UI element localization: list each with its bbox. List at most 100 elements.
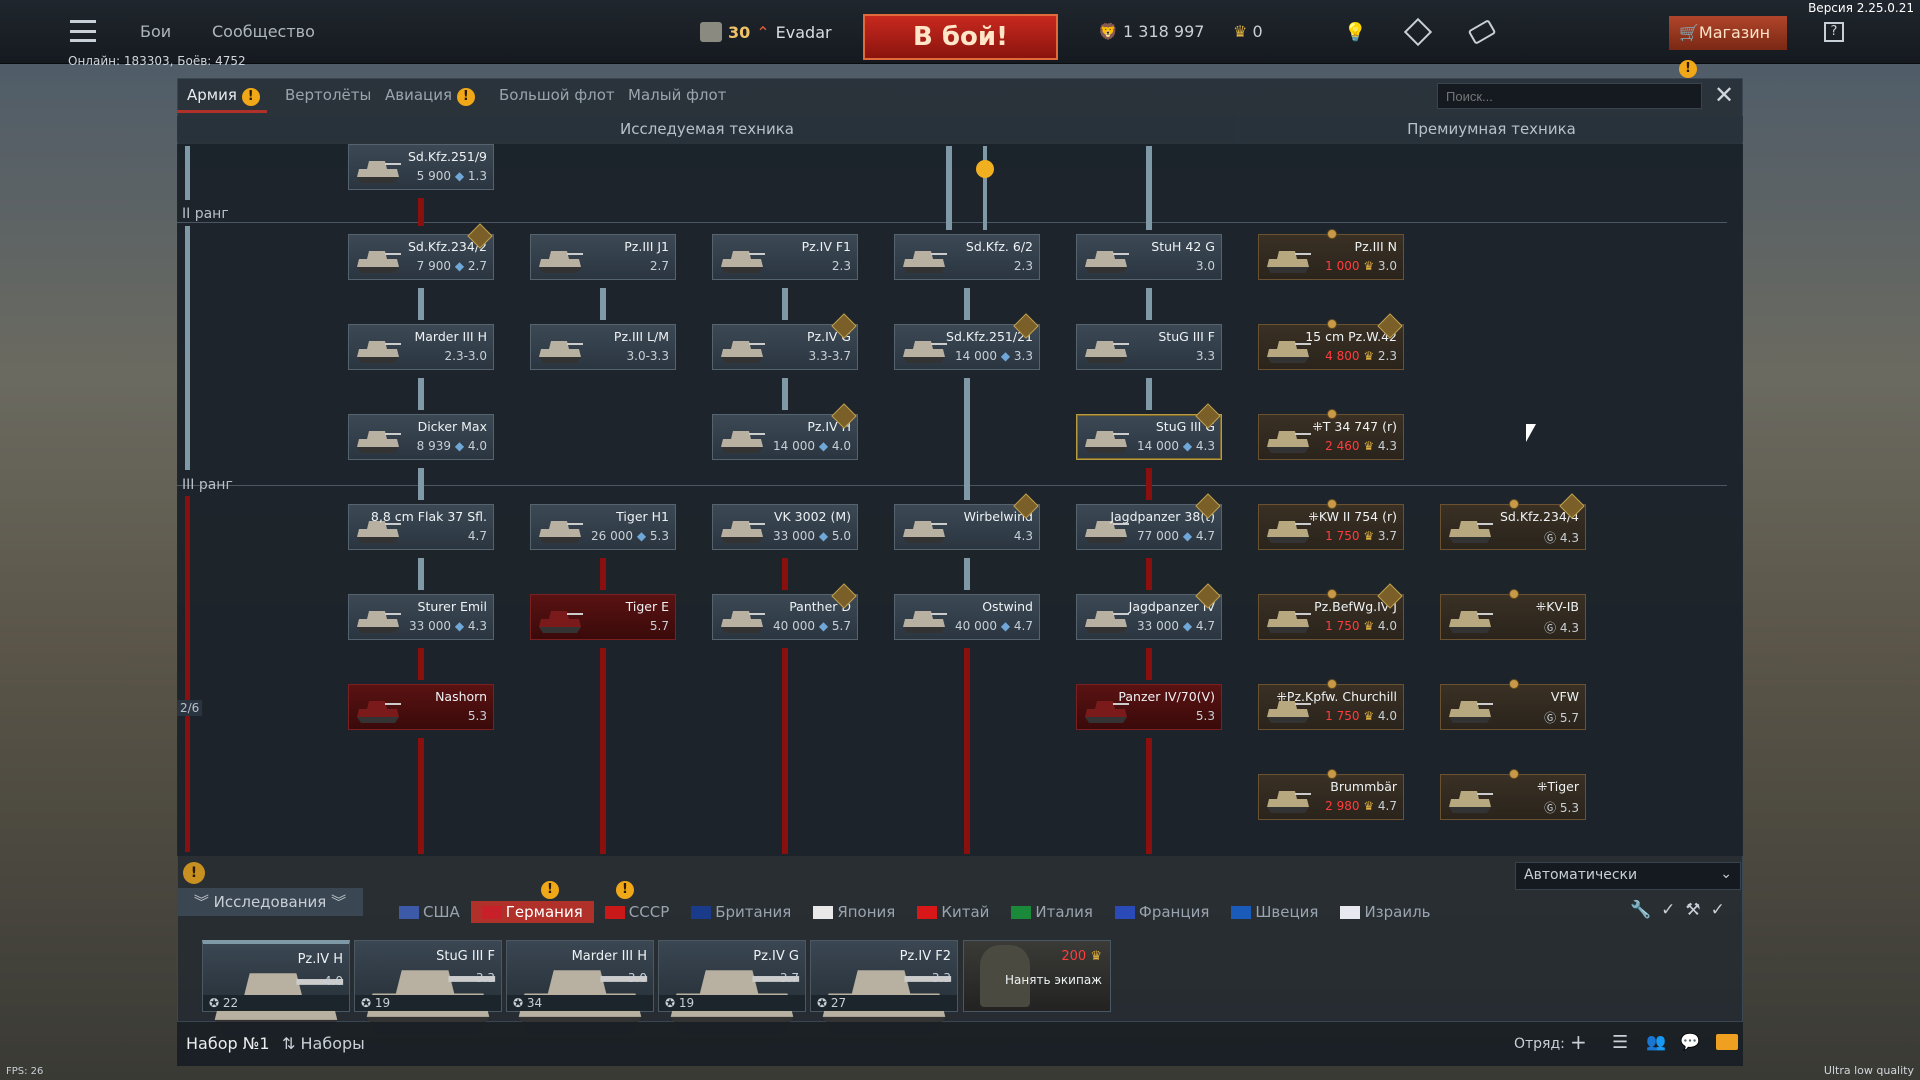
nation-tab[interactable]: СССР bbox=[594, 901, 680, 923]
tab-aviation[interactable]: Авиация ! bbox=[385, 86, 475, 106]
crew-slot[interactable]: Pz.IV F2 3.3 ✪ 27 bbox=[810, 940, 958, 1035]
wrench-icon[interactable]: 🔧 bbox=[1630, 900, 1651, 920]
vehicle-stats: 3.0 bbox=[1196, 259, 1215, 273]
vehicle-card[interactable]: Pz.III L/M 3.0-3.3 bbox=[530, 324, 676, 370]
nation-tab[interactable]: США bbox=[388, 901, 471, 923]
premium-vehicle-card[interactable]: Sd.Kfz.234/4 Ⓖ 4.3 bbox=[1440, 493, 1586, 550]
contacts-icon[interactable]: 👥 bbox=[1646, 1032, 1666, 1051]
community-menu[interactable]: Сообщество bbox=[212, 22, 315, 41]
vehicle-card[interactable]: Panther D 40 000 ◆ 5.7 bbox=[712, 583, 858, 640]
player-info[interactable]: 30 ⌃ Evadar bbox=[700, 22, 832, 42]
nation-tab[interactable]: Япония bbox=[802, 901, 906, 923]
main-menu-button[interactable] bbox=[70, 20, 96, 42]
vehicle-card[interactable]: Sd.Kfz.251/9 5 900 ◆ 1.3 bbox=[348, 144, 494, 190]
vehicle-card[interactable]: Pz.IV G 3.3-3.7 bbox=[712, 313, 858, 370]
nation-tab[interactable]: Китай bbox=[906, 901, 1000, 923]
auto-select-dropdown[interactable]: Автоматически ⌄ bbox=[1515, 862, 1741, 890]
vehicle-card[interactable]: Pz.IV H 14 000 ◆ 4.0 bbox=[712, 403, 858, 460]
vehicle-card[interactable]: Pz.III J1 2.7 bbox=[530, 234, 676, 280]
vehicle-name: Tiger H1 bbox=[616, 509, 669, 524]
hint-bulb-icon[interactable]: 💡 bbox=[1344, 22, 1366, 43]
premium-vehicle-card[interactable]: ⁜Tiger Ⓖ 5.3 bbox=[1440, 769, 1586, 820]
vehicle-card[interactable]: Ostwind 40 000 ◆ 4.7 bbox=[894, 594, 1040, 640]
tree-connector bbox=[1146, 288, 1152, 320]
tab-bluewater-fleet[interactable]: Большой флот bbox=[499, 86, 615, 104]
vehicle-card[interactable]: Jagdpanzer IV 33 000 ◆ 4.7 bbox=[1076, 583, 1222, 640]
battle-rating: 4.7 bbox=[467, 529, 487, 543]
vehicle-card[interactable]: Dicker Max 8 939 ◆ 4.0 bbox=[348, 414, 494, 460]
premium-vehicle-card[interactable]: ⁜KW II 754 (r) 1 750 ♛ 3.7 bbox=[1258, 499, 1404, 550]
vehicle-card[interactable]: StuG III F 3.3 bbox=[1076, 324, 1222, 370]
battles-menu[interactable]: Бои bbox=[140, 22, 171, 41]
vehicle-card[interactable]: Pz.IV F1 2.3 bbox=[712, 234, 858, 280]
crew-slot[interactable]: StuG III F 3.3 ✪ 19 bbox=[354, 940, 502, 1035]
premium-vehicle-card[interactable]: Brummbär 2 980 ♛ 4.7 bbox=[1258, 769, 1404, 820]
list-icon[interactable]: ☰ bbox=[1612, 1032, 1628, 1053]
vehicle-card[interactable]: Tiger E 5.7 bbox=[530, 594, 676, 640]
crew-slot[interactable]: Marder III H 3.0 ✪ 34 bbox=[506, 940, 654, 1035]
chat-icon[interactable]: 💬 bbox=[1680, 1032, 1700, 1051]
vehicle-name: ⁜KW II 754 (r) bbox=[1308, 509, 1397, 524]
vehicle-card[interactable]: Nashorn 5.3 bbox=[348, 684, 494, 730]
tab-helicopters[interactable]: Вертолёты bbox=[285, 86, 371, 104]
vehicle-card[interactable]: StuG III G 14 000 ◆ 4.3 bbox=[1076, 403, 1222, 460]
nation-tab[interactable]: Израиль bbox=[1329, 901, 1441, 923]
premium-vehicle-card[interactable]: ⁜Pz.Kpfw. Churchill 1 750 ♛ 4.0 bbox=[1258, 679, 1404, 730]
research-toggle-button[interactable]: ︾ Исследования ︾ bbox=[177, 888, 363, 916]
silver-balance[interactable]: 🦁 1 318 997 bbox=[1098, 22, 1204, 41]
hire-crew-slot[interactable]: 200 ♛ Нанять экипаж bbox=[963, 940, 1111, 1012]
vehicle-card[interactable]: 8,8 cm Flak 37 Sfl. 4.7 bbox=[348, 504, 494, 550]
vehicle-card[interactable]: Tiger H1 26 000 ◆ 5.3 bbox=[530, 504, 676, 550]
tab-army[interactable]: Армия ! bbox=[187, 86, 260, 106]
premium-vehicle-card[interactable]: Pz.III N 1 000 ♛ 3.0 bbox=[1258, 229, 1404, 280]
preset-name[interactable]: Набор №1 bbox=[186, 1034, 270, 1053]
repair-all-icon[interactable]: ⚒ bbox=[1685, 900, 1700, 920]
battle-rating: 1.3 bbox=[467, 169, 487, 183]
presets-button[interactable]: ⇅ Наборы bbox=[282, 1034, 365, 1053]
gold-cost: 1 000 bbox=[1325, 259, 1360, 273]
premium-vehicle-card[interactable]: VFW Ⓖ 5.7 bbox=[1440, 679, 1586, 730]
vehicle-card[interactable]: Sd.Kfz.251/21 14 000 ◆ 3.3 bbox=[894, 313, 1040, 370]
nation-tab[interactable]: Британия bbox=[680, 901, 802, 923]
vehicle-card[interactable]: VK 3002 (M) 33 000 ◆ 5.0 bbox=[712, 504, 858, 550]
gold-balance[interactable]: ♛ 0 bbox=[1233, 22, 1263, 41]
vehicle-card[interactable]: Sturer Emil 33 000 ◆ 4.3 bbox=[348, 594, 494, 640]
close-icon[interactable]: ✕ bbox=[1712, 83, 1736, 108]
nation-tab[interactable]: Швеция bbox=[1220, 901, 1329, 923]
battle-rating: 4.7 bbox=[1195, 619, 1215, 633]
nation-tab[interactable]: Франция bbox=[1104, 901, 1220, 923]
tank-icon bbox=[1267, 791, 1311, 813]
vehicle-card[interactable]: Panzer IV/70(V) 5.3 bbox=[1076, 684, 1222, 730]
vehicle-card[interactable]: Sd.Kfz.234/2 7 900 ◆ 2.7 bbox=[348, 223, 494, 280]
vehicle-card[interactable]: Wirbelwind 4.3 bbox=[894, 493, 1040, 550]
to-battle-button[interactable]: В бой! bbox=[863, 14, 1058, 60]
vehicle-card[interactable]: Sd.Kfz. 6/2 2.3 bbox=[894, 234, 1040, 280]
alert-icon[interactable]: ! bbox=[183, 862, 205, 884]
check-icon[interactable]: ✓ bbox=[1661, 900, 1675, 920]
vehicle-card[interactable]: Marder III H 2.3-3.0 bbox=[348, 324, 494, 370]
nation-tab[interactable]: Германия bbox=[470, 901, 594, 923]
mail-icon[interactable] bbox=[1716, 1034, 1738, 1050]
tab-coastal-fleet[interactable]: Малый флот bbox=[628, 86, 726, 104]
premium-vehicle-card[interactable]: ⁜T 34 747 (r) 2 460 ♛ 4.3 bbox=[1258, 409, 1404, 460]
event-currency-icon: Ⓖ bbox=[1544, 621, 1557, 635]
vehicle-card[interactable]: Jagdpanzer 38(t) 77 000 ◆ 4.7 bbox=[1076, 493, 1222, 550]
search-input[interactable] bbox=[1437, 83, 1702, 109]
premium-pip-icon bbox=[1509, 679, 1519, 689]
premium-vehicle-card[interactable]: ⁜KV-IB Ⓖ 4.3 bbox=[1440, 589, 1586, 640]
vehicle-stats: 5.3 bbox=[468, 709, 487, 723]
vehicle-stats: 5 900 ◆ 1.3 bbox=[416, 169, 487, 183]
slot-vehicle-name: Pz.IV G bbox=[753, 949, 799, 964]
premium-vehicle-card[interactable]: Pz.BefWg.IV J1 750 ♛ 4.0 bbox=[1258, 583, 1404, 640]
nation-tab[interactable]: Италия bbox=[1000, 901, 1104, 923]
check-icon[interactable]: ✓ bbox=[1711, 900, 1725, 920]
vehicle-stats: Ⓖ 4.3 bbox=[1544, 619, 1579, 636]
premium-vehicle-card[interactable]: 15 cm Pz.W.42 4 800 ♛ 2.3 bbox=[1258, 313, 1404, 370]
crew-slot[interactable]: Pz.IV G 3.7 ✪ 19 bbox=[658, 940, 806, 1035]
shop-button[interactable]: 🛒Магазин ! bbox=[1669, 16, 1787, 78]
vehicle-card[interactable]: StuH 42 G 3.0 bbox=[1076, 234, 1222, 280]
add-squad-icon[interactable]: + bbox=[1570, 1030, 1587, 1054]
crew-slot[interactable]: Pz.IV H 4.0 ✪ 22 bbox=[202, 940, 350, 1038]
tank-icon bbox=[721, 341, 765, 363]
help-icon[interactable]: ? bbox=[1824, 22, 1844, 42]
